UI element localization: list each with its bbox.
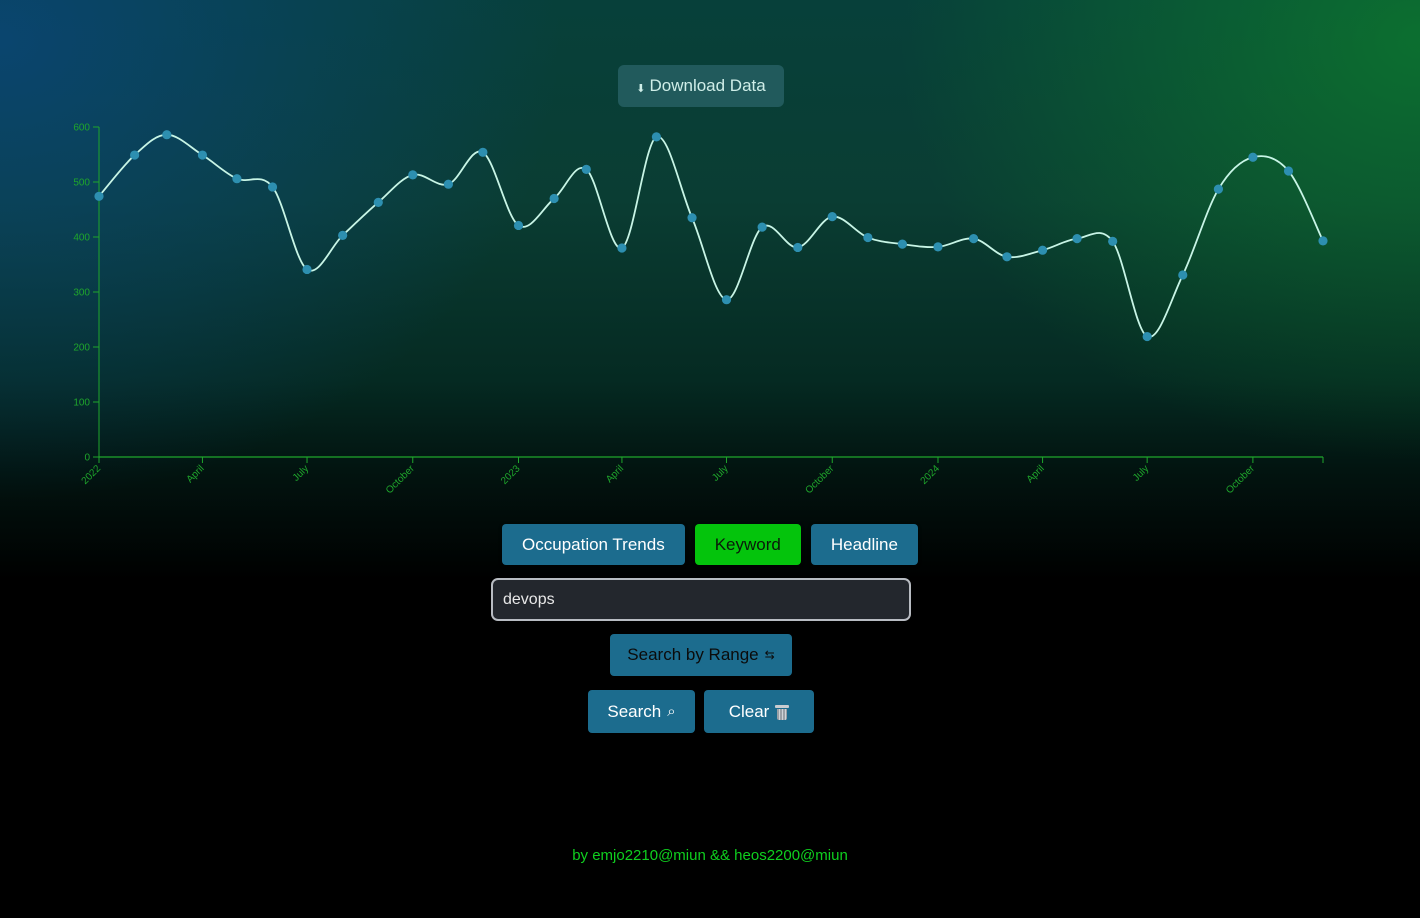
- data-point[interactable]: [513, 220, 524, 231]
- x-tick-label: 2024: [919, 463, 943, 487]
- data-point[interactable]: [94, 191, 104, 201]
- search-by-range-label: Search by Range: [627, 645, 759, 664]
- data-point[interactable]: [969, 234, 979, 244]
- data-point[interactable]: [1213, 184, 1224, 194]
- occupation-line-chart: 0 100 200 300 400 500 600 2022 April July October…: [73, 123, 1328, 496]
- x-tick-label: 2023: [499, 463, 523, 487]
- data-point[interactable]: [1283, 166, 1294, 176]
- x-tick-label: April: [1025, 463, 1047, 485]
- x-tick-label: July: [291, 463, 311, 483]
- swap-arrows-icon: ⇆: [764, 648, 775, 662]
- data-point[interactable]: [617, 243, 627, 253]
- y-tick-label: 300: [73, 288, 90, 299]
- data-point[interactable]: [302, 264, 312, 275]
- y-tick-label: 500: [73, 178, 90, 189]
- data-point[interactable]: [267, 182, 278, 192]
- data-point[interactable]: [1037, 245, 1048, 255]
- data-point[interactable]: [651, 132, 662, 142]
- y-axis: 0 100 200 300 400 500 600: [73, 123, 100, 464]
- data-point[interactable]: [827, 212, 837, 222]
- data-point[interactable]: [863, 232, 873, 243]
- x-tick-label: April: [185, 463, 207, 485]
- y-tick-label: 400: [73, 233, 90, 244]
- x-axis: 2022 April July October 2023 April July October…: [80, 456, 1324, 496]
- tab-keyword[interactable]: Keyword: [694, 524, 801, 565]
- data-point[interactable]: [1142, 331, 1152, 342]
- trash-icon: [775, 704, 790, 720]
- data-point[interactable]: [1002, 252, 1012, 262]
- data-point[interactable]: [443, 179, 453, 189]
- search-by-range-button[interactable]: Search by Range ⇆: [610, 634, 792, 676]
- data-point[interactable]: [757, 222, 767, 232]
- data-point[interactable]: [897, 239, 907, 249]
- x-tick-label: 2022: [80, 463, 104, 487]
- x-tick-label: July: [710, 463, 730, 483]
- x-tick-label: October: [384, 463, 417, 496]
- data-point[interactable]: [1318, 236, 1328, 246]
- search-mode-tabs: Occupation Trends Keyword Headline: [0, 524, 1420, 565]
- y-tick-label: 0: [84, 453, 90, 464]
- footer-credit: by emjo2210@miun && heos2200@miun: [572, 847, 848, 864]
- data-point[interactable]: [338, 230, 348, 240]
- magnifier-icon: ⌕: [667, 703, 676, 720]
- data-point[interactable]: [1108, 236, 1118, 246]
- data-point[interactable]: [793, 242, 803, 253]
- data-point[interactable]: [130, 150, 140, 160]
- data-point[interactable]: [687, 213, 697, 223]
- data-point[interactable]: [373, 197, 383, 207]
- data-point[interactable]: [1072, 234, 1082, 244]
- y-tick-label: 200: [73, 343, 90, 354]
- x-tick-label: July: [1131, 463, 1151, 483]
- data-point[interactable]: [197, 150, 208, 160]
- data-point[interactable]: [721, 295, 732, 305]
- data-point[interactable]: [933, 242, 943, 252]
- x-tick-label: October: [1224, 463, 1257, 496]
- x-tick-label: April: [604, 463, 626, 485]
- x-tick-label: October: [803, 463, 836, 496]
- data-point[interactable]: [1248, 152, 1258, 162]
- data-point[interactable]: [549, 193, 559, 204]
- series-line: [98, 133, 1324, 338]
- data-point[interactable]: [1178, 270, 1188, 280]
- data-point[interactable]: [478, 147, 488, 157]
- clear-button-label: Clear: [728, 701, 770, 721]
- data-point[interactable]: [581, 164, 591, 174]
- search-button[interactable]: Search ⌕: [588, 690, 695, 733]
- data-point[interactable]: [408, 170, 418, 180]
- y-tick-label: 600: [73, 123, 90, 134]
- data-point[interactable]: [232, 174, 242, 184]
- y-tick-label: 100: [73, 398, 90, 409]
- search-button-label: Search: [607, 701, 662, 721]
- data-point[interactable]: [162, 130, 172, 140]
- keyword-search-input[interactable]: [491, 578, 911, 621]
- clear-button[interactable]: Clear: [704, 690, 814, 733]
- tab-occupation-trends[interactable]: Occupation Trends: [502, 524, 685, 565]
- data-points: [94, 130, 1328, 342]
- tab-headline[interactable]: Headline: [810, 524, 918, 565]
